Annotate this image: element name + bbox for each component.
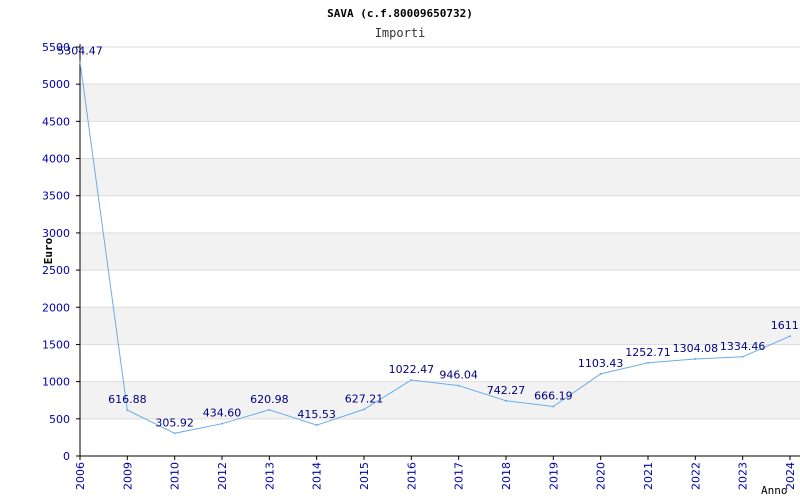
data-point <box>363 408 365 411</box>
x-tick-label: 2014 <box>311 462 324 490</box>
data-label: 1611.1 <box>771 319 800 332</box>
line-chart: SAVA (c.f.80009650732) Importi 0 500 1000 1… <box>42 7 800 497</box>
data-label: 666.19 <box>534 389 573 402</box>
data-point <box>410 378 413 381</box>
x-tick-label: 2009 <box>121 462 134 490</box>
data-point <box>315 424 318 427</box>
data-label: 305.92 <box>155 416 194 429</box>
data-label: 946.04 <box>439 369 478 382</box>
y-tick-label: 2500 <box>42 264 70 277</box>
grid-band <box>80 84 800 122</box>
data-point <box>173 432 176 435</box>
data-label: 434.60 <box>203 407 242 420</box>
x-tick-label: 2017 <box>453 462 466 490</box>
data-point <box>694 358 697 361</box>
data-label: 5304.47 <box>57 45 103 58</box>
x-tick-label: 2022 <box>689 462 702 490</box>
x-tick-label: 2015 <box>358 462 371 490</box>
data-label: 627.21 <box>345 392 384 405</box>
data-label: 415.53 <box>297 408 336 421</box>
y-tick-label: 1500 <box>42 338 70 351</box>
data-point <box>221 422 223 425</box>
data-label: 1022.47 <box>389 363 435 376</box>
x-tick-label: 2013 <box>263 462 276 490</box>
x-tick-label: 2010 <box>169 462 182 490</box>
y-tick-label: 4000 <box>42 153 70 166</box>
data-label: 620.98 <box>250 393 289 406</box>
data-label: 616.88 <box>108 393 147 406</box>
data-point <box>457 384 460 387</box>
x-tick-label: 2023 <box>737 462 750 490</box>
data-label: 1103.43 <box>578 357 624 370</box>
y-axis-label: Euro <box>42 237 55 264</box>
y-tick-label: 500 <box>49 413 70 426</box>
grid-band <box>80 381 800 419</box>
grid-band <box>80 232 800 271</box>
x-tick-label: 2012 <box>216 462 229 490</box>
x-tick-label: 2018 <box>500 462 513 490</box>
x-tick-label: 2020 <box>595 462 608 490</box>
y-tick-label: 3500 <box>42 190 70 203</box>
data-label: 1334.46 <box>720 340 766 353</box>
data-label: 742.27 <box>487 384 526 397</box>
data-point <box>79 60 81 63</box>
x-tick-label: 2019 <box>547 462 560 490</box>
data-point <box>789 335 791 338</box>
y-tick-label: 2000 <box>42 301 70 314</box>
grid-band <box>80 307 800 345</box>
grid-band <box>80 158 800 196</box>
chart-title: SAVA (c.f.80009650732) <box>327 7 473 20</box>
y-tick-label: 4500 <box>42 115 70 128</box>
data-point <box>126 409 129 412</box>
x-tick-label: 2006 <box>74 462 87 490</box>
data-point <box>552 405 555 408</box>
x-axis: 2006 2009 2010 2012 2013 2014 2015 2016 2017 2018… <box>74 455 800 490</box>
data-point <box>268 408 271 411</box>
data-point <box>741 355 744 358</box>
x-axis-label: Anno <box>761 484 788 497</box>
y-tick-label: 1000 <box>42 376 70 389</box>
chart-subtitle: Importi <box>375 26 426 40</box>
y-tick-label: 5000 <box>42 78 70 91</box>
data-point <box>505 399 507 402</box>
data-label: 1304.08 <box>673 342 719 355</box>
data-point <box>647 361 649 364</box>
data-label: 1252.71 <box>625 346 671 359</box>
x-tick-label: 2021 <box>642 462 655 490</box>
x-tick-label: 2016 <box>405 462 418 490</box>
data-point <box>599 372 602 375</box>
y-tick-label: 0 <box>63 450 70 463</box>
